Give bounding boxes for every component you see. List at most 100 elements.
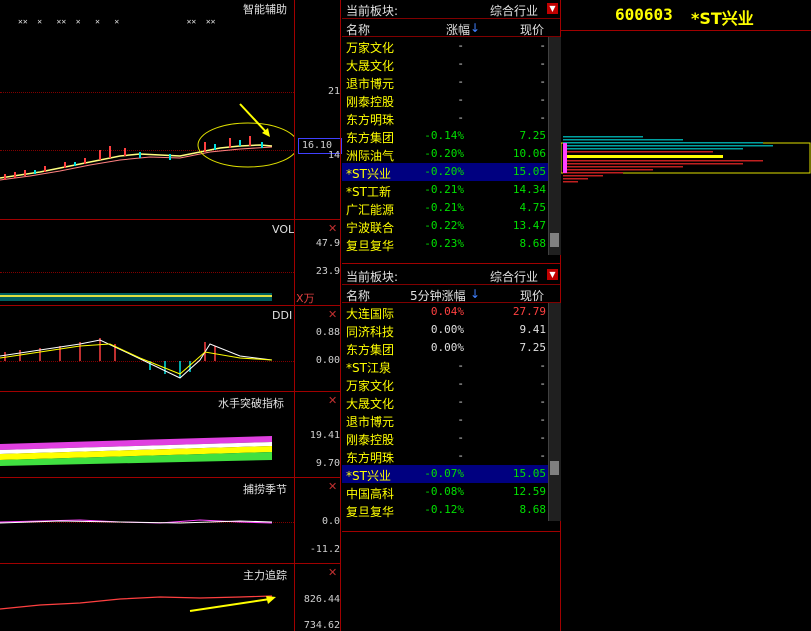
list-row[interactable]: 洲际油气 -0.20% 10.06 xyxy=(342,145,548,163)
list-row[interactable]: 刚泰控股 - - xyxy=(342,91,548,109)
list-divider xyxy=(342,263,560,264)
col-price[interactable]: 现价 xyxy=(520,21,544,38)
list-row[interactable]: 广汇能源 -0.21% 4.75 xyxy=(342,199,548,217)
price-cell: - xyxy=(539,39,546,52)
stock-name-cell: 东方集团 xyxy=(346,131,395,145)
sailor-panel-title: 水手突破指标 xyxy=(218,397,284,410)
scrollbar[interactable] xyxy=(548,37,561,255)
change-cell: - xyxy=(457,377,464,390)
list-row[interactable]: *ST兴业 -0.20% 15.05 xyxy=(342,163,548,181)
list-row[interactable]: *ST江泉 - - xyxy=(342,357,548,375)
main-y-label-low: 14 xyxy=(327,150,340,161)
sector-label: 当前板块: xyxy=(346,4,399,18)
change-cell: -0.14% xyxy=(424,129,464,142)
ddi-y-label-zero: 0.00 xyxy=(315,355,340,366)
list-row[interactable]: 东方明珠 - - xyxy=(342,447,548,465)
col-price[interactable]: 现价 xyxy=(520,287,544,304)
stock-name-cell: 退市博元 xyxy=(346,77,395,91)
col-change[interactable]: 涨幅 xyxy=(446,21,470,38)
stock-name-cell: 刚泰控股 xyxy=(346,95,395,109)
stock-name-cell: 洲际油气 xyxy=(346,149,395,163)
list-row[interactable]: 复旦复华 -0.12% 8.68 xyxy=(342,501,548,519)
price-cell: - xyxy=(539,449,546,462)
change-cell: - xyxy=(457,75,464,88)
change-cell: -0.22% xyxy=(424,219,464,232)
stock-header: 600603 *ST兴业 xyxy=(561,0,811,31)
col-name[interactable]: 名称 xyxy=(346,21,370,38)
col-change[interactable]: 5分钟涨幅 xyxy=(410,287,466,304)
sector-dropdown-value[interactable]: 综合行业 xyxy=(490,268,538,285)
scroll-thumb[interactable] xyxy=(550,461,559,475)
chart-area[interactable]: 智能辅助 ✕✕ ✕ ✕✕ ✕ ✕ ✕ ✕✕ ✕✕ 21 16.10 14 VOL xyxy=(0,0,342,631)
price-cell: - xyxy=(539,377,546,390)
main-force-close-icon[interactable]: ✕ xyxy=(328,566,337,579)
price-cell: 8.68 xyxy=(519,503,547,516)
list-row[interactable]: 万家文化 - - xyxy=(342,37,548,55)
stock-name-cell: 大晟文化 xyxy=(346,59,395,73)
grid-line xyxy=(0,92,294,94)
season-close-icon[interactable]: ✕ xyxy=(328,480,337,493)
stock-name-cell: 退市博元 xyxy=(346,415,395,429)
grid-line xyxy=(0,272,294,274)
sector-list-2-rows: 大连国际 0.04% 27.79 同济科技 0.00% 9.41 东方集团 0.00% 7.25… xyxy=(342,303,560,521)
dropdown-arrow-icon[interactable]: ▼ xyxy=(547,3,558,14)
sort-arrow-icon: ↓ xyxy=(470,21,481,35)
scroll-thumb[interactable] xyxy=(550,233,559,247)
ddi-close-icon[interactable]: ✕ xyxy=(328,308,337,321)
sailor-bands xyxy=(0,436,272,466)
price-cell: 14.34 xyxy=(512,183,546,196)
stock-name-cell: 万家文化 xyxy=(346,41,395,55)
price-candles xyxy=(0,103,294,181)
sailor-close-icon[interactable]: ✕ xyxy=(328,394,337,407)
list-row[interactable]: 刚泰控股 - - xyxy=(342,429,548,447)
change-cell: - xyxy=(457,39,464,52)
top-markers: ✕✕ ✕ ✕✕ ✕ ✕ ✕ ✕✕ ✕✕ xyxy=(18,17,216,26)
list-row[interactable]: 东方集团 -0.14% 7.25 xyxy=(342,127,548,145)
list-row[interactable]: 大晟文化 - - xyxy=(342,393,548,411)
price-cell: - xyxy=(539,57,546,70)
panel-divider xyxy=(0,391,340,392)
main-force-y-label-top: 826.44 xyxy=(303,594,340,605)
sector-list-1: 当前板块: 综合行业 ▼ 名称 涨幅 ↓ 现价 万家文化 - - 大晟文化 - - 退市博元… xyxy=(342,0,561,262)
list-row[interactable]: 东方明珠 - - xyxy=(342,109,548,127)
stock-name-cell: *ST兴业 xyxy=(346,167,391,181)
volume-profile xyxy=(561,136,811,183)
stock-name-cell: 宁波联合 xyxy=(346,221,395,235)
col-name[interactable]: 名称 xyxy=(346,287,370,304)
list-row[interactable]: 同济科技 0.00% 9.41 xyxy=(342,321,548,339)
vol-close-icon[interactable]: ✕ xyxy=(328,222,337,235)
stock-name-cell: 万家文化 xyxy=(346,379,395,393)
price-cell: - xyxy=(539,93,546,106)
list-row[interactable]: 退市博元 - - xyxy=(342,73,548,91)
vol-y-label-mid: 23.9 xyxy=(315,266,340,277)
main-y-label-top: 21 xyxy=(327,86,340,97)
list-row[interactable]: *ST工新 -0.21% 14.34 xyxy=(342,181,548,199)
dropdown-arrow-icon[interactable]: ▼ xyxy=(547,269,558,280)
list-row[interactable]: 宁波联合 -0.22% 13.47 xyxy=(342,217,548,235)
ddi-panel-title: DDI xyxy=(272,309,293,322)
sector-list-1-rows: 万家文化 - - 大晟文化 - - 退市博元 - - 刚泰控股 - - 东方明珠 - - 东方集团 -0.14%… xyxy=(342,37,560,255)
list-row[interactable]: 东方集团 0.00% 7.25 xyxy=(342,339,548,357)
stock-name: *ST兴业 xyxy=(691,9,754,28)
sector-dropdown-value[interactable]: 综合行业 xyxy=(490,2,538,19)
axis-divider xyxy=(294,0,295,631)
main-force-y-label-low: 734.62 xyxy=(303,620,340,631)
change-cell: - xyxy=(457,413,464,426)
list-row[interactable]: 中国高科 -0.08% 12.59 xyxy=(342,483,548,501)
change-cell: 0.00% xyxy=(430,341,464,354)
change-cell: 0.04% xyxy=(430,305,464,318)
change-cell: - xyxy=(457,359,464,372)
list-row[interactable]: *ST兴业 -0.07% 15.05 xyxy=(342,465,548,483)
season-panel-title: 捕捞季节 xyxy=(243,483,287,496)
panel-divider xyxy=(0,305,340,306)
stock-name-cell: 大连国际 xyxy=(346,307,395,321)
change-cell: - xyxy=(457,57,464,70)
list-row[interactable]: 万家文化 - - xyxy=(342,375,548,393)
list-row[interactable]: 退市博元 - - xyxy=(342,411,548,429)
list-row[interactable]: 大晟文化 - - xyxy=(342,55,548,73)
ddi-chart xyxy=(0,338,273,379)
scrollbar[interactable] xyxy=(548,303,561,521)
list-row[interactable]: 大连国际 0.04% 27.79 xyxy=(342,303,548,321)
price-cell: - xyxy=(539,359,546,372)
list-row[interactable]: 复旦复华 -0.23% 8.68 xyxy=(342,235,548,253)
